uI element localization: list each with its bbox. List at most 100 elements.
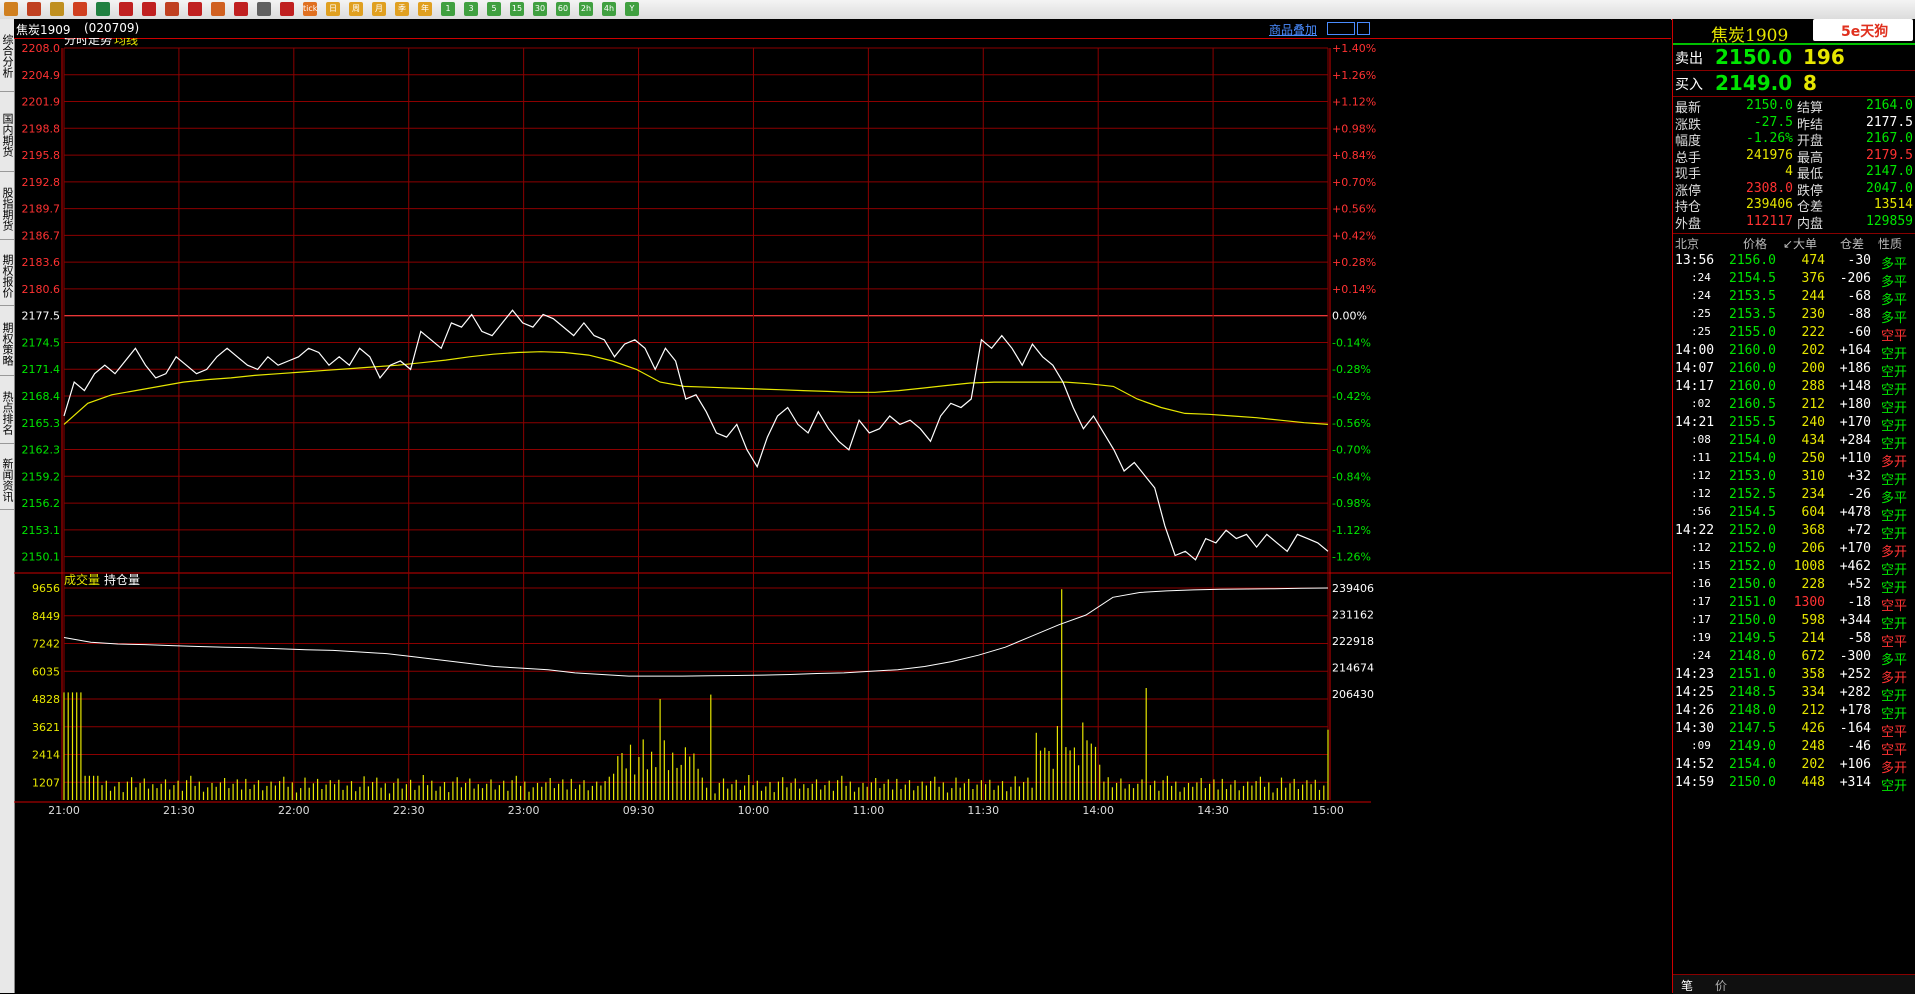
trade-list[interactable]: 13:56 2156.0 474 -30 多平:24 2154.5 376 -206 多平:24…	[1673, 251, 1915, 981]
left-tab-2[interactable]: 股指期货	[0, 179, 14, 240]
trade-oi-diff: -46	[1847, 739, 1871, 754]
trade-time: :17	[1691, 613, 1711, 626]
stat-label: 外盘	[1675, 216, 1702, 232]
layout-toggle-icon[interactable]	[1327, 22, 1355, 35]
volume-tick-label: 6035	[32, 665, 60, 678]
trade-oi-diff: +314	[1839, 775, 1871, 790]
percent-tick-label: +0.98%	[1332, 122, 1376, 135]
trade-price: 2154.0	[1729, 757, 1776, 772]
day-icon[interactable]: 日	[326, 2, 340, 16]
legend-timeshare: 分时走势	[64, 38, 112, 47]
price-tick-label: 2180.6	[22, 283, 61, 296]
trade-volume: 200	[1801, 361, 1825, 376]
pin-icon[interactable]	[234, 2, 248, 16]
trade-oi-diff: +52	[1847, 577, 1871, 592]
volume-tick-label: 4828	[32, 693, 60, 706]
custom-period-icon[interactable]: Y	[625, 2, 639, 16]
2h-icon[interactable]: 2h	[579, 2, 593, 16]
tab-ticks[interactable]: 笔	[1681, 977, 1693, 994]
time-tick-label: 22:30	[393, 804, 425, 817]
zoom-out-icon[interactable]	[142, 2, 156, 16]
trade-price: 2147.5	[1729, 721, 1776, 736]
book-icon[interactable]	[73, 2, 87, 16]
refresh-icon[interactable]	[96, 2, 110, 16]
legend-average: 均线	[114, 38, 138, 47]
trade-volume: 214	[1801, 631, 1825, 646]
price-tick-label: 2156.2	[22, 497, 61, 510]
back-arrow-icon[interactable]	[4, 2, 18, 16]
left-tab-5[interactable]: 热点排名	[0, 383, 14, 444]
trade-volume: 202	[1801, 757, 1825, 772]
trade-price: 2151.0	[1729, 667, 1776, 682]
maximize-icon[interactable]	[1357, 22, 1370, 35]
intraday-chart[interactable]: 2208.0 2204.9 2201.9 2198.8 2195.8 2192.8 2189…	[14, 38, 1671, 993]
home-icon[interactable]	[27, 2, 41, 16]
price-tick-label: 2204.9	[22, 69, 61, 82]
left-tab-6[interactable]: 新闻资讯	[0, 451, 14, 510]
trade-volume: 244	[1801, 289, 1825, 304]
60min-icon[interactable]: 60	[556, 2, 570, 16]
trade-nature: 空开	[1881, 779, 1908, 794]
pen-icon[interactable]	[188, 2, 202, 16]
left-tab-4[interactable]: 期权策略	[0, 313, 14, 376]
left-tab-0[interactable]: 综合分析	[0, 21, 14, 92]
quote-panel: 焦炭1909 5e天狗 卖出 2150.0 196 买入 2149.0 8 最新…	[1672, 19, 1915, 994]
time-tick-label: 15:00	[1312, 804, 1344, 817]
volume-tick-label: 3621	[32, 721, 60, 734]
volume-tick-label: 9656	[32, 582, 60, 595]
database-icon[interactable]	[50, 2, 64, 16]
4h-icon[interactable]: 4h	[602, 2, 616, 16]
zoom-in-icon[interactable]	[119, 2, 133, 16]
open-interest-tick-label: 231162	[1332, 609, 1374, 622]
tab-price[interactable]: 价	[1715, 977, 1727, 994]
window-icon[interactable]	[165, 2, 179, 16]
trade-oi-diff: +478	[1839, 505, 1871, 520]
quote-title: 焦炭1909	[1711, 26, 1789, 46]
trade-oi-diff: +164	[1839, 343, 1871, 358]
trade-oi-diff: +284	[1839, 433, 1871, 448]
eraser-icon[interactable]	[211, 2, 225, 16]
stat-row: 总手 241976 最高 2179.5	[1673, 147, 1915, 166]
price-tick-label: 2186.7	[22, 229, 61, 242]
15min-icon[interactable]: 15	[510, 2, 524, 16]
trade-volume: 358	[1801, 667, 1825, 682]
percent-tick-label: -0.84%	[1332, 470, 1371, 483]
trade-row[interactable]: 14:59 2150.0 448 +314 空开	[1673, 773, 1915, 795]
volume-tick-label: 1207	[32, 776, 60, 789]
trade-volume: 672	[1801, 649, 1825, 664]
trade-price: 2151.0	[1729, 595, 1776, 610]
trade-volume: 310	[1801, 469, 1825, 484]
list-icon[interactable]	[257, 2, 271, 16]
stat-row: 持仓 239406 仓差 13514	[1673, 196, 1915, 215]
percent-tick-label: +0.70%	[1332, 176, 1376, 189]
year-icon[interactable]: 年	[418, 2, 432, 16]
trade-price: 2154.5	[1729, 271, 1776, 286]
month-icon[interactable]: 月	[372, 2, 386, 16]
overlay-link[interactable]: 商品叠加	[1269, 21, 1317, 38]
3min-icon[interactable]: 3	[464, 2, 478, 16]
30min-icon[interactable]: 30	[533, 2, 547, 16]
average-price-line	[63, 351, 1329, 425]
season-icon[interactable]: 季	[395, 2, 409, 16]
left-tab-1[interactable]: 国内期货	[0, 99, 14, 172]
buy-label: 买入	[1675, 77, 1703, 93]
5min-icon[interactable]: 5	[487, 2, 501, 16]
trade-oi-diff: -30	[1847, 253, 1871, 268]
trade-oi-diff: +148	[1839, 379, 1871, 394]
week-icon[interactable]: 周	[349, 2, 363, 16]
trade-price: 2149.0	[1729, 739, 1776, 754]
trade-oi-diff: +462	[1839, 559, 1871, 574]
trade-price: 2154.0	[1729, 433, 1776, 448]
chart-header: 焦炭1909 (020709) 商品叠加	[14, 19, 1671, 39]
left-tab-3[interactable]: 期权报价	[0, 247, 14, 306]
percent-tick-label: +1.12%	[1332, 96, 1376, 109]
timeshare-chart-icon[interactable]	[280, 2, 294, 16]
tick-icon[interactable]: tick	[303, 2, 317, 16]
1min-icon[interactable]: 1	[441, 2, 455, 16]
trade-header-nature: 性质	[1878, 237, 1903, 251]
percent-tick-label: +0.84%	[1332, 149, 1376, 162]
trade-volume: 598	[1801, 613, 1825, 628]
percent-tick-label: -0.98%	[1332, 497, 1371, 510]
trade-time: 14:52	[1675, 757, 1715, 772]
trade-time: :25	[1691, 307, 1711, 320]
